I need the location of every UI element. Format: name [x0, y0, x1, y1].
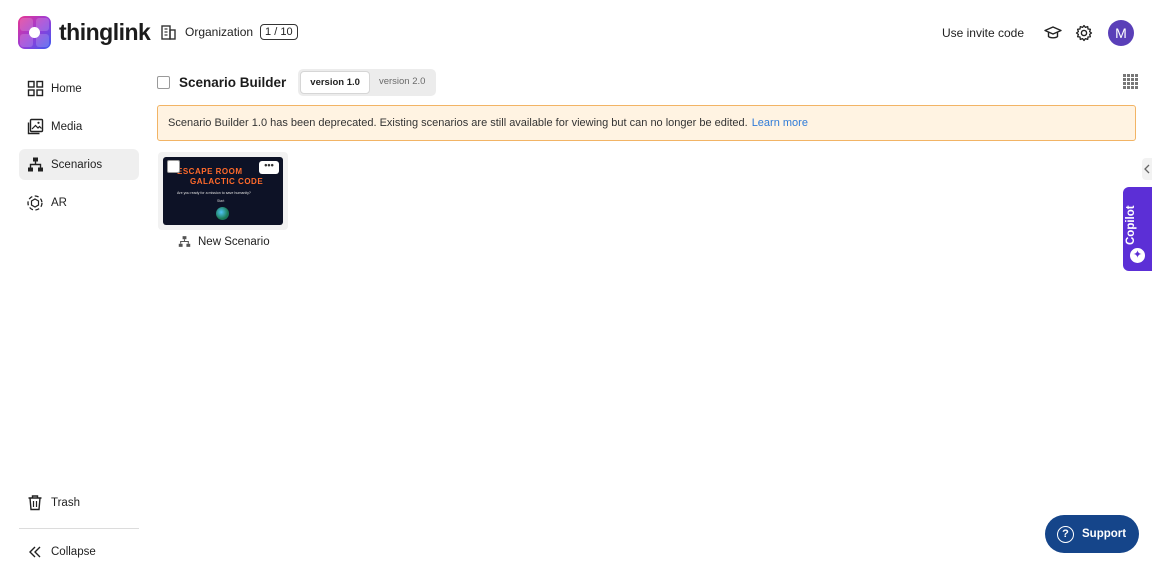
- sidebar-item-home[interactable]: Home: [19, 73, 139, 104]
- copilot-label: Copilot: [1125, 205, 1137, 245]
- user-avatar[interactable]: M: [1108, 20, 1134, 46]
- card-select-checkbox[interactable]: [167, 160, 180, 173]
- gear-icon[interactable]: [1073, 22, 1095, 44]
- home-grid-icon: [26, 80, 44, 98]
- version-toggle: version 1.0 version 2.0: [298, 68, 437, 96]
- help-circle-icon: ?: [1057, 525, 1074, 543]
- organization-switcher[interactable]: Organization 1 / 10: [160, 24, 298, 40]
- right-panel-toggle[interactable]: [1142, 158, 1152, 180]
- sparkle-icon: ✦: [1130, 248, 1145, 263]
- top-header: thinglink Organization 1 / 10 Use invite…: [0, 0, 1152, 66]
- graduation-cap-icon[interactable]: [1042, 22, 1064, 44]
- sidebar-item-label: Media: [51, 120, 83, 133]
- thumbnail-start-label: Start: [217, 199, 225, 203]
- banner-text: Scenario Builder 1.0 has been deprecated…: [168, 117, 748, 129]
- logo-text: thinglink: [59, 19, 151, 45]
- globe-icon: [216, 207, 229, 220]
- thumbnail-title-line2: GALACTIC CODE: [190, 177, 264, 186]
- thumbnail-subtitle: Are you ready for a mission to save huma…: [177, 191, 251, 195]
- building-icon: [161, 25, 176, 40]
- sidebar-item-scenarios[interactable]: Scenarios: [19, 149, 139, 180]
- version-2-tab[interactable]: version 2.0: [370, 71, 434, 94]
- thinglink-logo[interactable]: thinglink: [18, 16, 151, 49]
- sidebar-item-ar[interactable]: AR: [19, 187, 139, 218]
- logo-mark-icon: [18, 16, 51, 49]
- scenario-card-label[interactable]: New Scenario: [178, 235, 270, 248]
- learn-more-link[interactable]: Learn more: [752, 117, 808, 129]
- copilot-tab[interactable]: Copilot ✦: [1123, 187, 1152, 271]
- page-title: Scenario Builder: [179, 74, 287, 90]
- sidebar-item-label: Home: [51, 82, 82, 95]
- sidebar-item-trash[interactable]: Trash: [19, 487, 139, 518]
- collapse-label: Collapse: [51, 545, 96, 558]
- media-icon: [26, 118, 44, 136]
- double-chevron-left-icon: [26, 543, 44, 561]
- trash-icon: [26, 494, 44, 512]
- scenario-name: New Scenario: [198, 235, 270, 248]
- thumbnail-title-line1: ESCAPE ROOM: [177, 167, 243, 176]
- sidebar-item-label: AR: [51, 196, 67, 209]
- support-button[interactable]: ? Support: [1045, 515, 1139, 553]
- sidebar-item-label: Scenarios: [51, 158, 103, 171]
- sidebar-item-media[interactable]: Media: [19, 111, 139, 142]
- app-grid-icon[interactable]: [1123, 74, 1138, 94]
- version-1-tab[interactable]: version 1.0: [300, 70, 370, 94]
- organization-label: Organization: [185, 25, 254, 39]
- scenario-type-icon: [178, 236, 191, 247]
- scenario-card[interactable]: ESCAPE ROOM GALACTIC CODE Are you ready …: [158, 152, 288, 230]
- sidebar-item-label: Trash: [51, 496, 80, 509]
- sidebar-divider: [19, 528, 139, 529]
- use-invite-code-link[interactable]: Use invite code: [942, 26, 1024, 40]
- ar-icon: [26, 194, 44, 212]
- deprecation-banner: Scenario Builder 1.0 has been deprecated…: [157, 105, 1136, 141]
- sidebar: Home Media Scenarios AR Trash Collapse: [19, 66, 139, 564]
- chevron-left-icon: [1144, 164, 1150, 174]
- organization-count-badge: 1 / 10: [260, 24, 298, 40]
- scenarios-icon: [26, 156, 44, 174]
- support-label: Support: [1082, 528, 1127, 540]
- more-options-icon[interactable]: •••: [259, 161, 279, 174]
- main-content: Scenario Builder version 1.0 version 2.0…: [157, 66, 1138, 248]
- collapse-sidebar-button[interactable]: Collapse: [19, 536, 139, 564]
- select-all-checkbox[interactable]: [157, 75, 170, 89]
